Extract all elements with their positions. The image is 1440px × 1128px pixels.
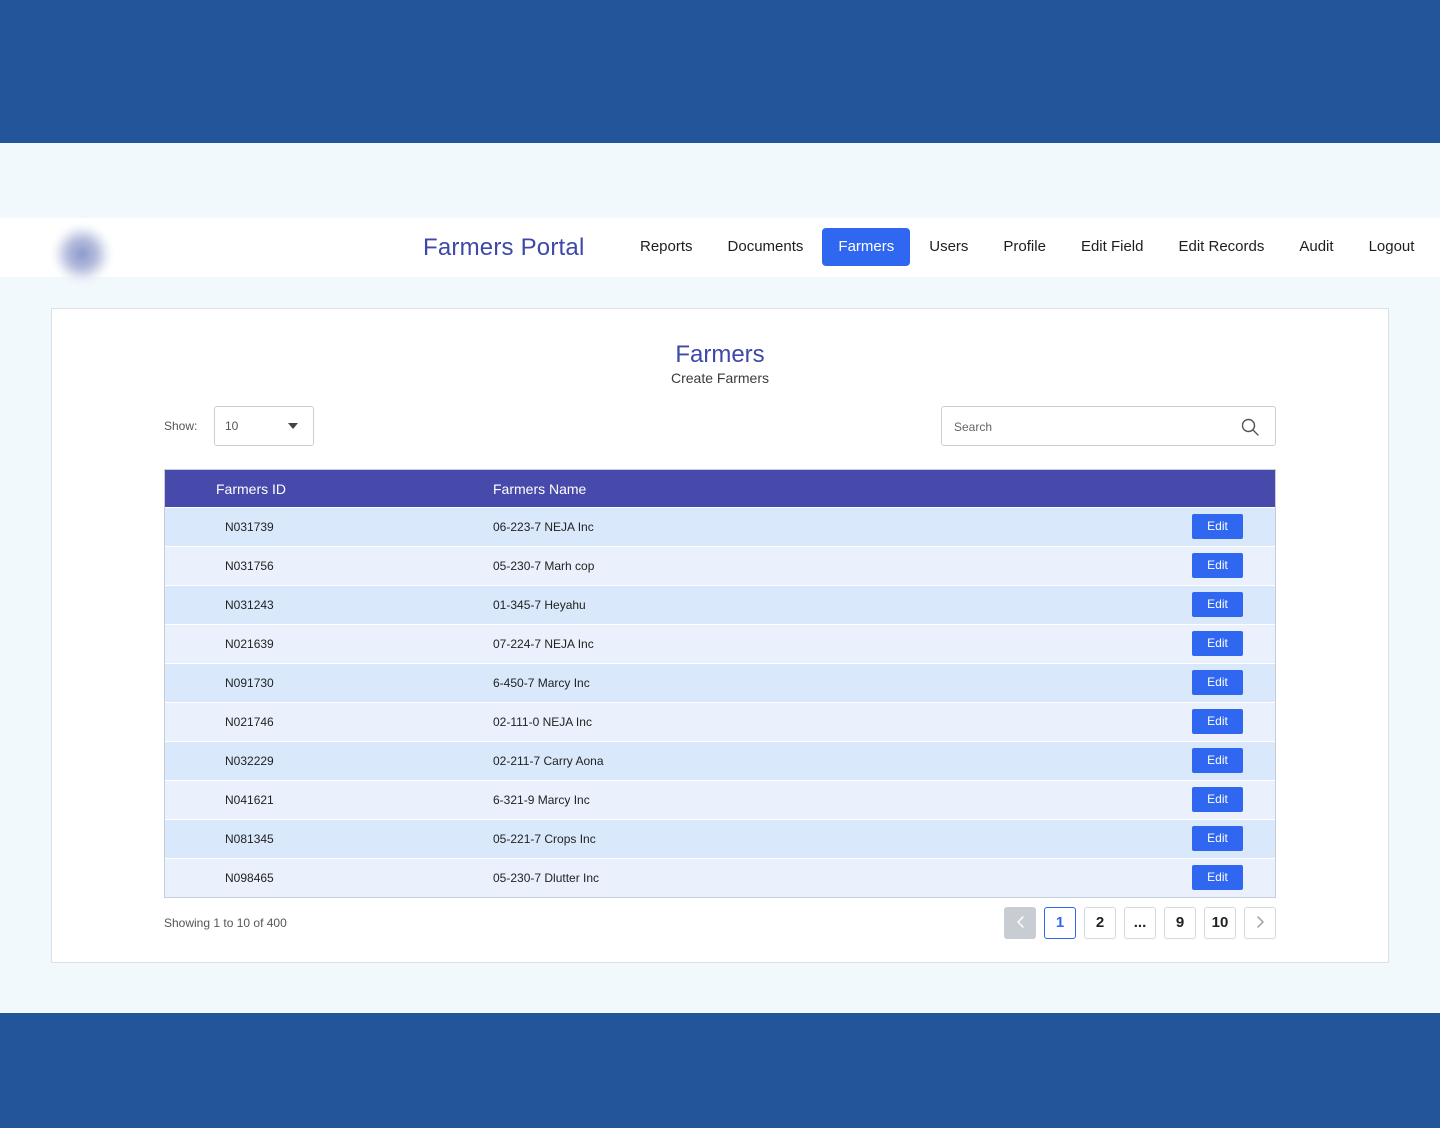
nav-item-edit-field[interactable]: Edit Field <box>1065 228 1160 266</box>
column-header-farmers-name: Farmers Name <box>493 481 587 497</box>
logo-image <box>52 224 112 284</box>
table-row: N031739 06-223-7 NEJA Inc Edit <box>165 507 1275 546</box>
edit-button[interactable]: Edit <box>1192 592 1243 617</box>
nav-item-logout[interactable]: Logout <box>1353 228 1431 266</box>
farmer-id-cell: N081345 <box>225 832 274 846</box>
farmer-name-cell: 05-221-7 Crops Inc <box>493 832 596 846</box>
farmer-id-cell: N031739 <box>225 520 274 534</box>
app-canvas: Farmers Portal Reports Documents Farmers Us… <box>0 143 1440 1013</box>
farmer-name-cell: 05-230-7 Marh cop <box>493 559 595 573</box>
farmer-name-cell: 07-224-7 NEJA Inc <box>493 637 594 651</box>
nav-item-audit[interactable]: Audit <box>1283 228 1349 266</box>
previous-page-button[interactable] <box>1004 907 1036 939</box>
farmer-name-cell: 6-450-7 Marcy Inc <box>493 676 590 690</box>
nav-item-edit-records[interactable]: Edit Records <box>1162 228 1280 266</box>
edit-button[interactable]: Edit <box>1192 709 1243 734</box>
farmer-name-cell: 05-230-7 Dlutter Inc <box>493 871 600 885</box>
table-row: N081345 05-221-7 Crops Inc Edit <box>165 819 1275 858</box>
table-row: N098465 05-230-7 Dlutter Inc Edit <box>165 858 1275 897</box>
app-title: Farmers Portal <box>423 234 585 261</box>
table-row: N021639 07-224-7 NEJA Inc Edit <box>165 624 1275 663</box>
table-row: N031756 05-230-7 Marh cop Edit <box>165 546 1275 585</box>
edit-button[interactable]: Edit <box>1192 865 1243 890</box>
table-row: N091730 6-450-7 Marcy Inc Edit <box>165 663 1275 702</box>
farmer-id-cell: N031243 <box>225 598 274 612</box>
page-button-10[interactable]: 10 <box>1204 907 1236 939</box>
farmer-name-cell: 02-111-0 NEJA Inc <box>493 715 592 729</box>
farmers-table: Farmers ID Farmers Name N031739 06-223-7 … <box>164 469 1276 898</box>
search-box <box>941 406 1276 446</box>
farmer-id-cell: N031756 <box>225 559 274 573</box>
farmer-name-cell: 01-345-7 Heyahu <box>493 598 586 612</box>
nav-item-farmers[interactable]: Farmers <box>822 228 911 266</box>
show-label: Show: <box>164 419 198 433</box>
edit-button[interactable]: Edit <box>1192 631 1243 656</box>
top-navbar: Farmers Portal Reports Documents Farmers Us… <box>0 218 1440 284</box>
nav-item-profile[interactable]: Profile <box>987 228 1062 266</box>
caret-down-icon <box>288 423 298 429</box>
page-button-2[interactable]: 2 <box>1084 907 1116 939</box>
page-button-9[interactable]: 9 <box>1164 907 1196 939</box>
nav-item-reports[interactable]: Reports <box>624 228 709 266</box>
farmer-id-cell: N021639 <box>225 637 274 651</box>
farmer-id-cell: N032229 <box>225 754 274 768</box>
pagination: 1 2... 9 10 <box>1004 907 1276 939</box>
nav-item-documents[interactable]: Documents <box>712 228 820 266</box>
table-header: Farmers ID Farmers Name <box>165 470 1275 507</box>
page-ellipsis[interactable]: ... <box>1124 907 1156 939</box>
farmer-id-cell: N098465 <box>225 871 274 885</box>
page-size-value: 10 <box>225 419 239 433</box>
column-header-farmers-id: Farmers ID <box>216 481 286 497</box>
farmer-id-cell: N041621 <box>225 793 274 807</box>
edit-button[interactable]: Edit <box>1192 826 1243 851</box>
page-title: Farmers <box>675 341 765 368</box>
edit-button[interactable]: Edit <box>1192 670 1243 695</box>
edit-button[interactable]: Edit <box>1192 787 1243 812</box>
table-row: N041621 6-321-9 Marcy Inc Edit <box>165 780 1275 819</box>
page-button-1[interactable]: 1 <box>1044 907 1076 939</box>
table-row: N031243 01-345-7 Heyahu Edit <box>165 585 1275 624</box>
next-page-button[interactable] <box>1244 907 1276 939</box>
edit-button[interactable]: Edit <box>1192 514 1243 539</box>
farmer-name-cell: 6-321-9 Marcy Inc <box>493 793 590 807</box>
edit-button[interactable]: Edit <box>1192 553 1243 578</box>
search-input[interactable] <box>954 417 1224 437</box>
page-subtitle: Create Farmers <box>670 370 770 386</box>
edit-button[interactable]: Edit <box>1192 748 1243 773</box>
table-body: N031739 06-223-7 NEJA Inc Edit N031756 05-23… <box>165 507 1275 897</box>
table-row: N021746 02-111-0 NEJA Inc Edit <box>165 702 1275 741</box>
chevron-left-icon <box>1016 916 1024 928</box>
page-size-select[interactable]: 10 <box>214 406 314 446</box>
farmers-card: Farmers Create Farmers Show: 10 Farmers … <box>51 308 1389 963</box>
nav-item-users[interactable]: Users <box>913 228 984 266</box>
table-row: N032229 02-211-7 Carry Aona Edit <box>165 741 1275 780</box>
chevron-right-icon <box>1256 916 1264 928</box>
farmer-id-cell: N021746 <box>225 715 274 729</box>
farmer-id-cell: N091730 <box>225 676 274 690</box>
farmer-name-cell: 06-223-7 NEJA Inc <box>493 520 594 534</box>
main-nav: Reports Documents Farmers Users Profile Edit … <box>624 228 1433 266</box>
search-icon[interactable] <box>1241 418 1259 436</box>
pagination-summary: Showing 1 to 10 of 400 <box>164 916 287 930</box>
farmer-name-cell: 02-211-7 Carry Aona <box>493 754 604 768</box>
